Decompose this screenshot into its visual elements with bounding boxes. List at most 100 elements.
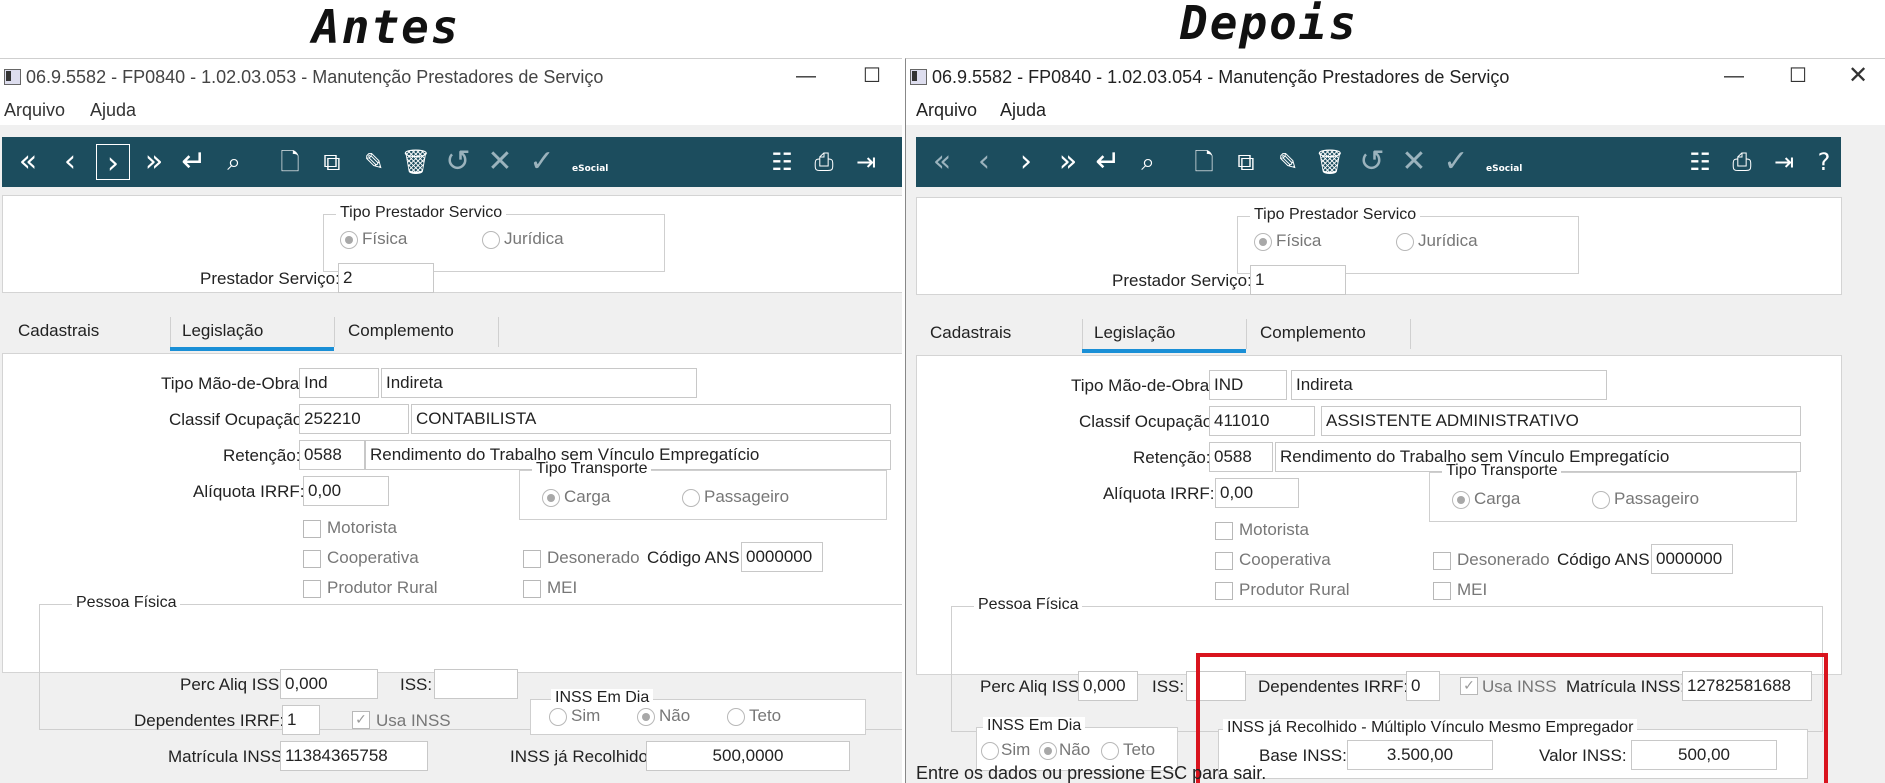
prestador-input[interactable]: 1 <box>1250 265 1346 295</box>
tab-legislacao[interactable]: Legislação <box>182 321 263 341</box>
tipo-mao-obra-code[interactable]: IND <box>1209 370 1287 400</box>
help-icon[interactable]: ? <box>1806 143 1842 181</box>
menu-arquivo[interactable]: Arquivo <box>4 100 65 121</box>
exit-icon[interactable]: ⇥ <box>1766 143 1802 181</box>
motorista-checkbox[interactable] <box>1215 522 1233 540</box>
first-icon[interactable]: « <box>924 143 960 181</box>
close-icon[interactable]: ✕ <box>1838 63 1878 89</box>
new-icon[interactable]: 🗋 <box>272 143 308 181</box>
radio-passageiro[interactable] <box>682 489 700 507</box>
edit-icon[interactable]: ✎ <box>1270 143 1306 181</box>
radio-nao[interactable] <box>637 708 655 726</box>
help-icon[interactable]: ? <box>890 143 903 181</box>
print-icon[interactable]: ⎙ <box>1724 143 1760 181</box>
tab-cadastrais[interactable]: Cadastrais <box>18 321 99 341</box>
new-icon[interactable]: 🗋 <box>1186 143 1222 181</box>
desonerado-checkbox[interactable] <box>523 550 541 568</box>
search-icon[interactable]: ⌕ <box>216 143 252 181</box>
enter-icon[interactable]: ↵ <box>1090 143 1126 181</box>
inss-recolhido-input[interactable]: 500,0000 <box>646 741 850 771</box>
undo-icon[interactable]: ↺ <box>1354 143 1390 181</box>
prev-icon[interactable]: ‹ <box>966 143 1002 181</box>
perc-aliq-input[interactable]: 0,000 <box>1078 671 1138 701</box>
menu-ajuda[interactable]: Ajuda <box>1000 100 1046 121</box>
dependentes-label: Dependentes IRRF: <box>134 711 285 730</box>
tab-complemento[interactable]: Complemento <box>1260 323 1366 343</box>
mei-checkbox[interactable] <box>1433 582 1451 600</box>
radio-juridica[interactable] <box>1396 233 1414 251</box>
prev-icon[interactable]: ‹ <box>52 143 88 181</box>
iss-input[interactable] <box>434 669 518 699</box>
radio-sim[interactable] <box>549 708 567 726</box>
radio-juridica[interactable] <box>482 231 500 249</box>
radio-fisica[interactable] <box>1254 233 1272 251</box>
tab-complemento[interactable]: Complemento <box>348 321 454 341</box>
radio-carga[interactable] <box>542 489 560 507</box>
radio-sim[interactable] <box>981 742 999 760</box>
prestador-input[interactable]: 2 <box>338 263 434 293</box>
mei-checkbox[interactable] <box>523 580 541 598</box>
first-icon[interactable]: « <box>10 143 46 181</box>
tree-icon[interactable]: ☷ <box>764 143 800 181</box>
codigo-ans-input[interactable]: 0000000 <box>741 542 823 572</box>
radio-fisica[interactable] <box>340 231 358 249</box>
motorista-checkbox[interactable] <box>303 520 321 538</box>
tree-icon[interactable]: ☷ <box>1682 143 1718 181</box>
edit-icon[interactable]: ✎ <box>356 143 392 181</box>
maximize-icon[interactable]: ☐ <box>1778 63 1818 89</box>
next-icon[interactable]: › <box>96 144 130 181</box>
copy-icon[interactable]: ⧉ <box>314 143 350 181</box>
menu-ajuda[interactable]: Ajuda <box>90 100 136 121</box>
delete-icon[interactable]: 🗑 <box>1312 143 1348 181</box>
inss-em-dia-legend: INSS Em Dia <box>551 689 654 707</box>
minimize-icon[interactable]: — <box>786 63 826 89</box>
confirm-icon[interactable]: ✓ <box>524 143 560 181</box>
dependentes-input[interactable]: 1 <box>282 705 320 735</box>
last-icon[interactable]: » <box>1050 143 1086 181</box>
enter-icon[interactable]: ↵ <box>176 143 212 181</box>
undo-icon[interactable]: ↺ <box>440 143 476 181</box>
tab-legislacao[interactable]: Legislação <box>1094 323 1175 343</box>
delete-icon[interactable]: 🗑 <box>398 143 434 181</box>
next-icon[interactable]: › <box>1008 143 1044 181</box>
radio-teto[interactable] <box>1101 742 1119 760</box>
desonerado-checkbox[interactable] <box>1433 552 1451 570</box>
perc-aliq-label: Perc Aliq ISS: <box>980 677 1084 696</box>
usa-inss-checkbox[interactable]: ✓ <box>352 711 370 729</box>
minimize-icon[interactable]: — <box>1714 63 1754 89</box>
tipo-prestador-legend: Tipo Prestador Servico <box>1250 206 1421 224</box>
toolbar: « ‹ › » ↵ ⌕ 🗋 ⧉ ✎ 🗑 ↺ ✕ ✓ eSocial ☷ ⎙ ⇥ … <box>2 137 902 187</box>
retencao-code[interactable]: 0588 <box>299 440 365 470</box>
exit-icon[interactable]: ⇥ <box>848 143 884 181</box>
search-icon[interactable]: ⌕ <box>1130 143 1166 181</box>
copy-icon[interactable]: ⧉ <box>1228 143 1264 181</box>
menu-arquivo[interactable]: Arquivo <box>916 100 977 121</box>
maximize-icon[interactable]: ☐ <box>852 63 892 89</box>
cooperativa-checkbox[interactable] <box>303 550 321 568</box>
radio-teto[interactable] <box>727 708 745 726</box>
tipo-mao-obra-code[interactable]: Ind <box>299 368 379 398</box>
classif-code[interactable]: 411010 <box>1209 406 1315 436</box>
confirm-icon[interactable]: ✓ <box>1438 143 1474 181</box>
radio-carga[interactable] <box>1452 491 1470 509</box>
esocial-icon[interactable]: eSocial <box>572 143 608 181</box>
codigo-ans-input[interactable]: 0000000 <box>1651 544 1733 574</box>
cancel-icon[interactable]: ✕ <box>482 143 518 181</box>
tab-cadastrais[interactable]: Cadastrais <box>930 323 1011 343</box>
classif-code[interactable]: 252210 <box>299 404 409 434</box>
radio-nao[interactable] <box>1039 742 1057 760</box>
last-icon[interactable]: » <box>136 143 172 181</box>
produtor-checkbox[interactable] <box>1215 582 1233 600</box>
classif-desc: ASSISTENTE ADMINISTRATIVO <box>1321 406 1801 436</box>
print-icon[interactable]: ⎙ <box>806 143 842 181</box>
retencao-code[interactable]: 0588 <box>1209 442 1273 472</box>
aliquota-input[interactable]: 0,00 <box>1215 478 1299 508</box>
esocial-icon[interactable]: eSocial <box>1486 143 1522 181</box>
cooperativa-checkbox[interactable] <box>1215 552 1233 570</box>
produtor-checkbox[interactable] <box>303 580 321 598</box>
cancel-icon[interactable]: ✕ <box>1396 143 1432 181</box>
perc-aliq-input[interactable]: 0,000 <box>280 669 378 699</box>
aliquota-input[interactable]: 0,00 <box>303 476 389 506</box>
radio-passageiro[interactable] <box>1592 491 1610 509</box>
matricula-input[interactable]: 11384365758 <box>280 741 428 771</box>
